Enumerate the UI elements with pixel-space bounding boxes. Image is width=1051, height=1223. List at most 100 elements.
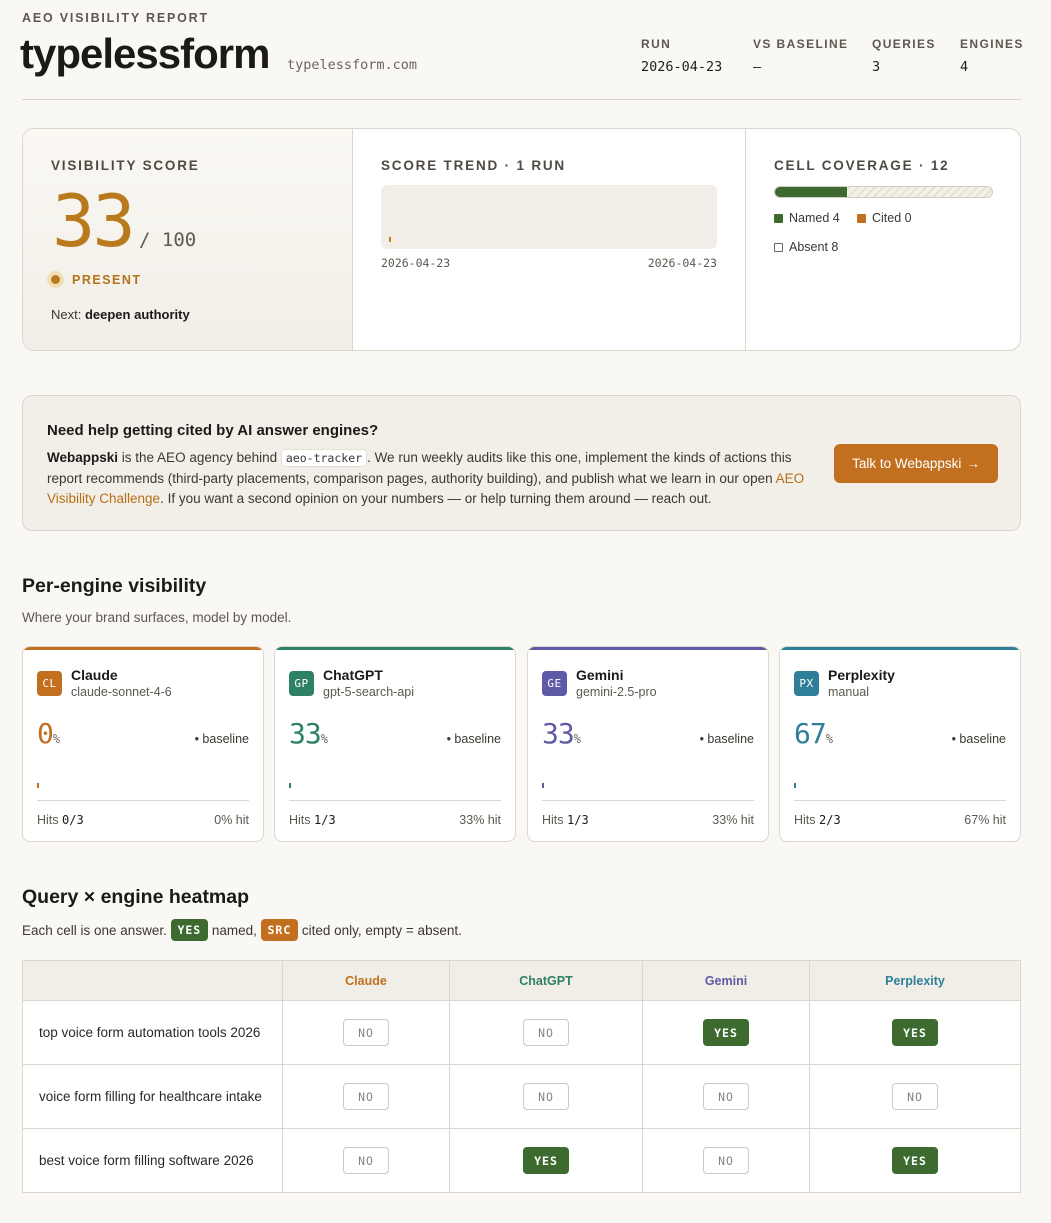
- cell-coverage-cell: CELL COVERAGE · 12 Named 4 Cited 0 Absen…: [746, 129, 1020, 350]
- table-row: best voice form filling software 2026 NO…: [22, 1128, 1021, 1193]
- meta-baseline-value: —: [753, 59, 762, 75]
- brand-domain: typelessform.com: [287, 57, 418, 73]
- engine-card-gemini[interactable]: GE Gemini gemini-2.5-pro 33% • baseline …: [527, 646, 769, 842]
- heatmap-heading: Query × engine heatmap: [22, 886, 250, 908]
- result-badge: NO: [343, 1083, 389, 1110]
- engine-divider: [37, 800, 249, 801]
- col-gemini: Gemini: [642, 960, 810, 1001]
- engine-badge-icon: PX: [794, 671, 819, 696]
- talk-to-webappski-button[interactable]: Talk to Webappski →: [834, 444, 998, 483]
- engine-accent-bar: [275, 647, 515, 650]
- meta-engines-value: 4: [960, 59, 969, 75]
- engines-subheading: Where your brand surfaces, model by mode…: [22, 610, 292, 625]
- heatmap-legend-text-b: named,: [211, 922, 257, 938]
- score-trend-cell: SCORE TREND · 1 RUN 2026-04-23 2026-04-2…: [353, 129, 746, 350]
- agency-cta-box: Need help getting cited by AI answer eng…: [22, 395, 1021, 531]
- named-swatch-icon: [774, 213, 783, 223]
- engine-hits-label: Hits: [289, 813, 311, 827]
- engines-heading: Per-engine visibility: [22, 575, 207, 597]
- result-badge: YES: [523, 1147, 569, 1174]
- summary-panel: VISIBILITY SCORE 33 / 100 PRESENT Next: …: [22, 128, 1021, 351]
- cell-coverage-title: CELL COVERAGE · 12: [774, 158, 950, 173]
- heat-cell: YES: [642, 1000, 810, 1065]
- engine-visibility-percent: 33%: [542, 717, 581, 750]
- absent-swatch-icon: [774, 242, 783, 252]
- engine-hits-label: Hits: [794, 813, 816, 827]
- status-badge: PRESENT: [47, 271, 142, 288]
- legend-absent-label: Absent 8: [789, 240, 839, 254]
- heatmap-table: Claude ChatGPT Gemini Perplexity top voi…: [22, 960, 1021, 1193]
- result-badge: NO: [343, 1019, 389, 1046]
- heat-cell: NO: [449, 1064, 643, 1129]
- status-dot-icon: [47, 271, 64, 288]
- cta-heading: Need help getting cited by AI answer eng…: [47, 422, 379, 439]
- legend-named: Named 4: [774, 211, 840, 225]
- meta-run-value: 2026-04-23: [641, 59, 723, 75]
- engine-trend-point: [794, 783, 796, 788]
- engine-hits-label: Hits: [37, 813, 59, 827]
- visibility-score-cell: VISIBILITY SCORE 33 / 100 PRESENT Next: …: [23, 129, 353, 350]
- engine-visibility-percent: 33%: [289, 717, 328, 750]
- engine-accent-bar: [780, 647, 1020, 650]
- engine-divider: [289, 800, 501, 801]
- engine-accent-bar: [528, 647, 768, 650]
- arrow-right-icon: →: [966, 456, 980, 471]
- heat-cell: NO: [282, 1128, 450, 1193]
- col-chatgpt: ChatGPT: [449, 960, 643, 1001]
- visibility-score-title: VISIBILITY SCORE: [51, 158, 200, 173]
- cta-button-label: Talk to Webappski: [852, 456, 962, 471]
- result-badge: NO: [703, 1083, 749, 1110]
- heat-cell: YES: [449, 1128, 643, 1193]
- engine-visibility-percent: 0%: [37, 717, 60, 750]
- col-perplexity: Perplexity: [809, 960, 1021, 1001]
- heat-cell: YES: [809, 1000, 1021, 1065]
- result-badge: NO: [703, 1147, 749, 1174]
- heat-cell: NO: [282, 1064, 450, 1129]
- engine-trend-point: [542, 783, 544, 788]
- legend-yes-badge: YES: [170, 919, 208, 941]
- legend-src-badge: SRC: [260, 919, 298, 941]
- engine-hits-value: 0/3: [62, 813, 84, 827]
- trend-start-date: 2026-04-23: [381, 256, 451, 270]
- heat-cell: NO: [449, 1000, 643, 1065]
- engine-percent-unit: %: [825, 732, 833, 746]
- meta-queries-label: QUERIES: [872, 37, 936, 51]
- result-badge: YES: [892, 1019, 938, 1046]
- heat-cell: NO: [282, 1000, 450, 1065]
- engine-baseline: • baseline: [194, 732, 249, 746]
- engine-badge-icon: GP: [289, 671, 314, 696]
- engine-model: gpt-5-search-api: [323, 685, 415, 699]
- engine-name: Claude: [71, 667, 118, 683]
- table-row: voice form filling for healthcare intake…: [22, 1064, 1021, 1129]
- score-trend-sparkline: [381, 185, 717, 249]
- engine-trend-point: [289, 783, 291, 788]
- engine-card-claude[interactable]: CL Claude claude-sonnet-4-6 0% • baselin…: [22, 646, 264, 842]
- engine-model: claude-sonnet-4-6: [71, 685, 172, 699]
- engine-percent-unit: %: [52, 732, 61, 746]
- status-label: PRESENT: [72, 272, 142, 287]
- meta-run: RUN 2026-04-23: [641, 37, 722, 75]
- engine-hits-value: 2/3: [819, 813, 841, 827]
- header-divider: [22, 99, 1021, 100]
- engine-hit-rate: 33% hit: [712, 813, 754, 827]
- engine-trend-point: [37, 783, 39, 788]
- result-badge: NO: [523, 1083, 569, 1110]
- engine-hits-value: 1/3: [314, 813, 336, 827]
- cta-agency-name: Webappski: [47, 450, 119, 465]
- engine-hits: Hits 2/3: [794, 813, 841, 827]
- result-badge: NO: [343, 1147, 389, 1174]
- result-badge: NO: [523, 1019, 569, 1046]
- engine-hits-label: Hits: [542, 813, 564, 827]
- legend-absent: Absent 8: [774, 240, 838, 254]
- engine-card-chatgpt[interactable]: GP ChatGPT gpt-5-search-api 33% • baseli…: [274, 646, 516, 842]
- engine-percent-value: 0: [37, 717, 54, 750]
- heat-cell: YES: [809, 1128, 1021, 1193]
- result-badge: YES: [892, 1147, 938, 1174]
- engine-model: gemini-2.5-pro: [576, 685, 657, 699]
- query-cell: voice form filling for healthcare intake: [22, 1064, 283, 1129]
- engine-divider: [542, 800, 754, 801]
- next-action-value: deepen authority: [84, 307, 190, 322]
- engine-baseline: • baseline: [951, 732, 1006, 746]
- engine-card-perplexity[interactable]: PX Perplexity manual 67% • baseline Hits…: [779, 646, 1021, 842]
- engine-badge-icon: CL: [37, 671, 62, 696]
